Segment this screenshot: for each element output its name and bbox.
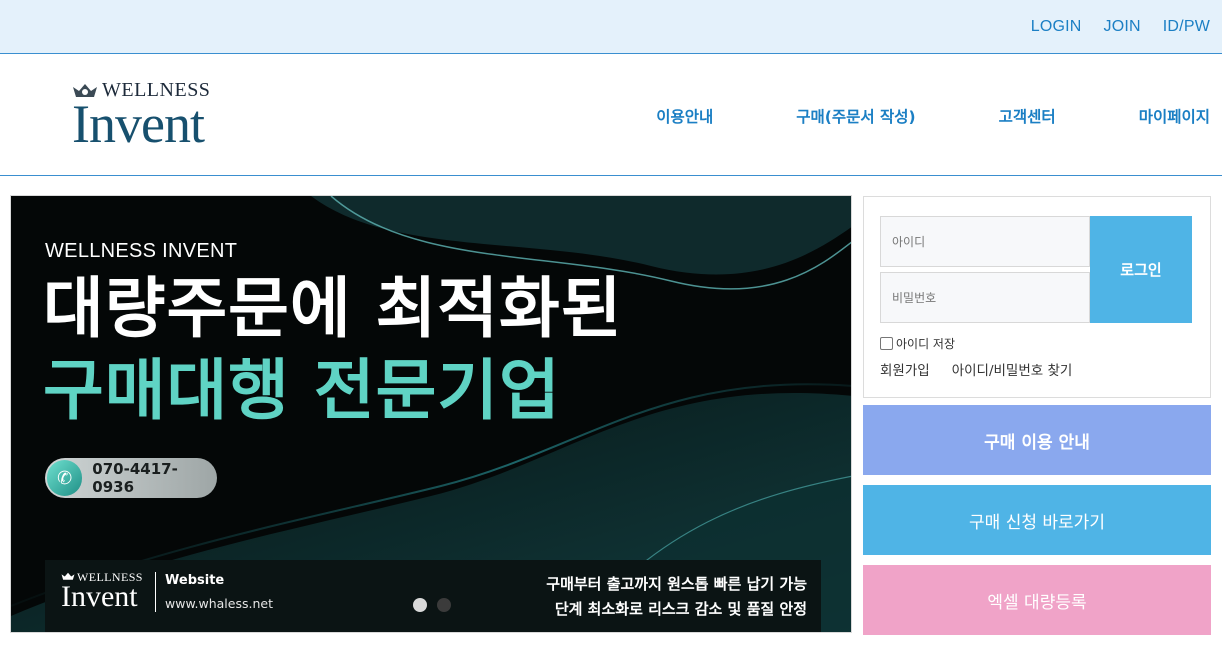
login-button[interactable]: 로그인: [1090, 216, 1192, 323]
footer-logo-wordmark-main: Invent: [61, 580, 138, 613]
top-utility-bar: LOGIN JOIN ID/PW: [0, 0, 1222, 54]
footer-divider: [155, 572, 156, 612]
login-links: 회원가입 아이디/비밀번호 찾기: [880, 359, 1072, 379]
signup-link[interactable]: 회원가입: [880, 359, 930, 379]
remember-id[interactable]: 아이디 저장: [880, 335, 955, 352]
banner-footer-logo: WELLNESS Invent: [61, 570, 151, 622]
remember-id-label: 아이디 저장: [896, 337, 956, 351]
footer-website-url: www.whaless.net: [165, 596, 273, 611]
nav-item-support[interactable]: 고객센터: [999, 105, 1056, 127]
login-link[interactable]: LOGIN: [1031, 18, 1082, 36]
phone-icon: ✆: [47, 460, 83, 496]
nav-item-mypage[interactable]: 마이페이지: [1139, 105, 1210, 127]
main-nav: 이용안내 구매(주문서 작성) 고객센터 마이페이지: [573, 55, 1210, 176]
site-header: WELLNESS Invent 이용안내 구매(주문서 작성) 고객센터 마이페…: [0, 55, 1222, 176]
slide-dot-1[interactable]: [413, 598, 427, 612]
user-id-input[interactable]: 아이디: [880, 216, 1090, 267]
slide-dot-2[interactable]: [437, 598, 451, 612]
password-input[interactable]: 비밀번호: [880, 272, 1090, 323]
user-id-placeholder: 아이디: [892, 235, 926, 249]
login-panel: 아이디 비밀번호 로그인 아이디 저장 회원가입 아이디/비밀번호 찾기: [863, 196, 1211, 398]
banner-footer-strip: WELLNESS Invent Website www.whaless.net …: [45, 560, 821, 632]
join-link[interactable]: JOIN: [1104, 18, 1141, 36]
footer-tagline-2: 단계 최소화로 리스크 감소 및 품질 안정: [554, 600, 807, 618]
footer-tagline-1: 구매부터 출고까지 원스톱 빠른 납기 가능: [546, 575, 807, 593]
top-links: LOGIN JOIN ID/PW: [1031, 0, 1210, 54]
site-logo[interactable]: WELLNESS Invent: [72, 79, 242, 153]
nav-item-guide[interactable]: 이용안내: [656, 105, 713, 127]
purchase-apply-button[interactable]: 구매 신청 바로가기: [863, 485, 1211, 555]
nav-item-order[interactable]: 구매(주문서 작성): [796, 105, 915, 127]
banner-headline-secondary: 구매대행 전문기업: [43, 352, 561, 429]
find-account-link[interactable]: 아이디/비밀번호 찾기: [952, 359, 1073, 379]
slide-indicator: [413, 598, 451, 612]
purchase-guide-button[interactable]: 구매 이용 안내: [863, 405, 1211, 475]
footer-website-label: Website: [165, 573, 225, 588]
excel-bulk-upload-button[interactable]: 엑셀 대량등록: [863, 565, 1211, 635]
find-id-pw-link[interactable]: ID/PW: [1163, 18, 1210, 36]
phone-pill[interactable]: ✆ 070-4417-0936: [45, 458, 217, 498]
hero-banner[interactable]: WELLNESS INVENT 대량주문에 최적화된 구매대행 전문기업 ✆ 0…: [10, 195, 852, 633]
banner-headline-primary: 대량주문에 최적화된: [43, 270, 623, 347]
password-placeholder: 비밀번호: [892, 291, 937, 305]
phone-number: 070-4417-0936: [92, 460, 178, 496]
remember-id-checkbox[interactable]: [880, 337, 893, 350]
banner-eyebrow: WELLNESS INVENT: [45, 240, 238, 262]
logo-wordmark-main: Invent: [72, 94, 205, 154]
